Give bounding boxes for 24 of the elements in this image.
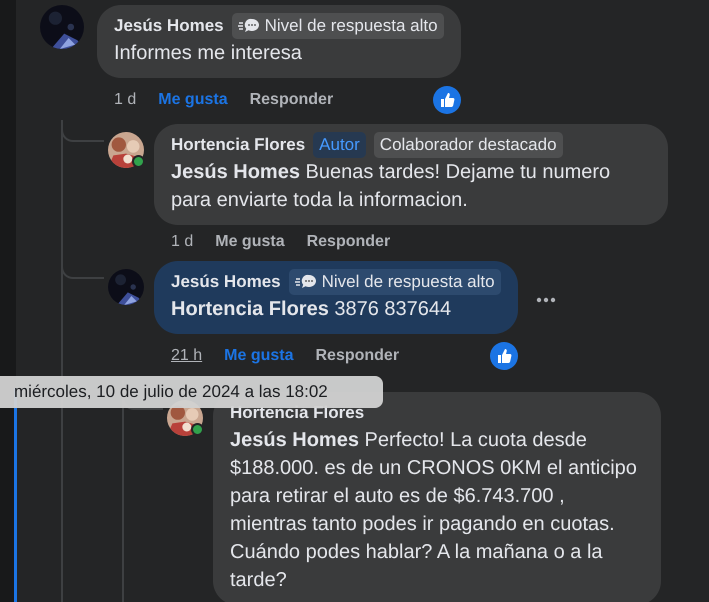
like-icon[interactable]: [490, 342, 518, 370]
comment-time[interactable]: 21 h: [171, 347, 202, 365]
date-tooltip: miércoles, 10 de julio de 2024 a las 18:02: [0, 376, 383, 408]
badge-label: Nivel de respuesta alto: [264, 16, 438, 36]
speech-bubble-icon: [294, 274, 317, 290]
reply-link[interactable]: Responder: [315, 347, 400, 365]
comment-text: Jesús Homes Perfecto! La cuota desde $188.000. es de un CRONOS 0KM el anticipo para retirar el auto es de $6.743.700 , mientras tanto podes ir pagando en cuotas. Cuándo podes hablar? A la mañana o a la tarde?: [230, 428, 638, 593]
speech-bubble-icon: [238, 18, 260, 34]
author-name[interactable]: Jesús Homes: [114, 13, 224, 39]
badge-label: Nivel de respuesta alto: [322, 272, 495, 292]
comment-time[interactable]: 1 d: [114, 91, 136, 109]
comment-text: Jesús Homes Buenas tardes! Dejame tu numero para enviarte toda la informacion.: [171, 160, 612, 213]
like-link[interactable]: Me gusta: [215, 233, 285, 251]
author-name[interactable]: Jesús Homes: [171, 269, 281, 295]
comment-time[interactable]: 1 d: [171, 233, 194, 251]
comment-text: Informes me interesa: [114, 41, 303, 66]
reply-link[interactable]: Responder: [250, 91, 334, 109]
author-badge: Autor: [313, 132, 366, 158]
contributor-badge: Colaborador destacado: [374, 132, 563, 158]
reply-link[interactable]: Responder: [306, 233, 390, 251]
more-icon[interactable]: [536, 297, 556, 303]
like-icon[interactable]: [432, 86, 461, 114]
author-name[interactable]: Hortencia Flores: [171, 132, 306, 158]
comment-text: Hortencia Flores 3876 837644: [171, 297, 452, 322]
